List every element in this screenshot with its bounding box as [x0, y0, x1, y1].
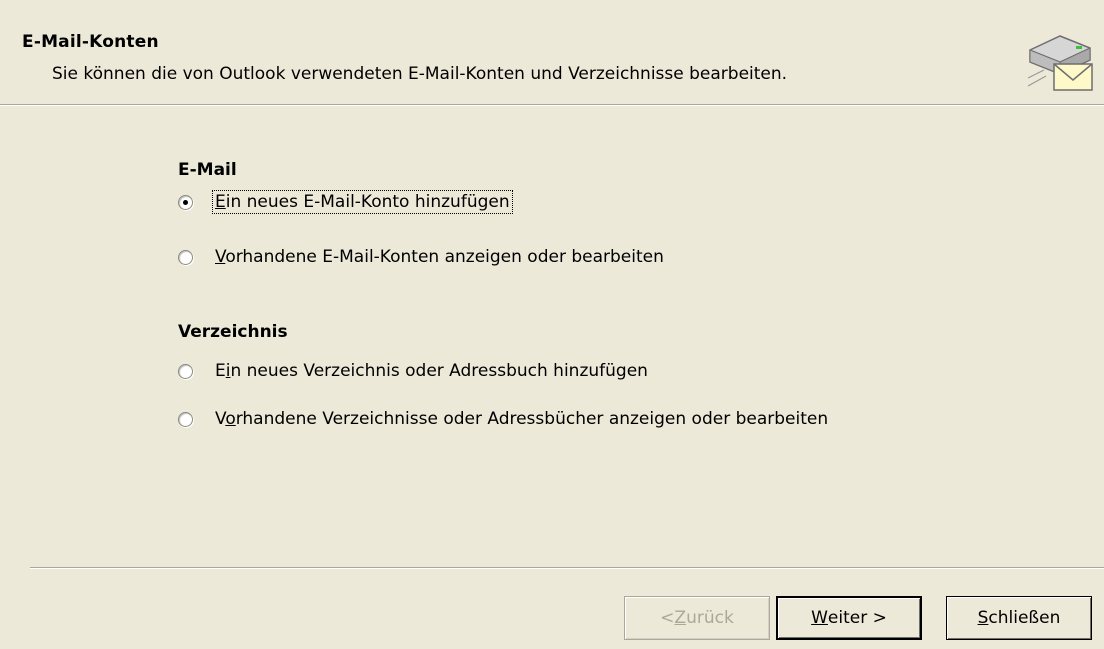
header-divider — [0, 104, 1104, 106]
page-subtitle: Sie können die von Outlook verwendeten E… — [52, 64, 788, 84]
radio-label-add-email-account[interactable]: Ein neues E-Mail-Konto hinzufügen — [212, 190, 513, 214]
wizard-header: E-Mail-Konten Sie können die von Outlook… — [0, 0, 1104, 104]
radio-view-email-accounts[interactable]: Vorhandene E-Mail-Konten anzeigen oder b… — [178, 244, 666, 270]
email-section-heading: E-Mail — [178, 160, 237, 180]
radio-add-directory[interactable]: Ein neues Verzeichnis oder Adressbuch hi… — [178, 358, 650, 384]
page-title: E-Mail-Konten — [22, 32, 159, 52]
radio-label-add-directory[interactable]: Ein neues Verzeichnis oder Adressbuch hi… — [213, 360, 650, 382]
radio-label-view-email-accounts[interactable]: Vorhandene E-Mail-Konten anzeigen oder b… — [213, 246, 666, 268]
radio-view-directories[interactable]: Vorhandene Verzeichnisse oder Adressbüch… — [178, 406, 830, 432]
radio-add-email-account[interactable]: Ein neues E-Mail-Konto hinzufügen — [178, 189, 513, 215]
next-button[interactable]: Weiter > — [776, 596, 922, 640]
mail-server-icon — [1024, 30, 1096, 94]
radio-button[interactable] — [178, 363, 193, 379]
radio-button[interactable] — [178, 249, 193, 265]
footer-divider — [30, 567, 1104, 569]
radio-label-view-directories[interactable]: Vorhandene Verzeichnisse oder Adressbüch… — [213, 408, 830, 430]
close-button[interactable]: Schließen — [946, 596, 1092, 640]
radio-button-checked[interactable] — [178, 194, 193, 210]
back-button[interactable]: < Zurück — [624, 596, 770, 640]
radio-button[interactable] — [178, 411, 193, 427]
directory-section-heading: Verzeichnis — [178, 322, 288, 342]
